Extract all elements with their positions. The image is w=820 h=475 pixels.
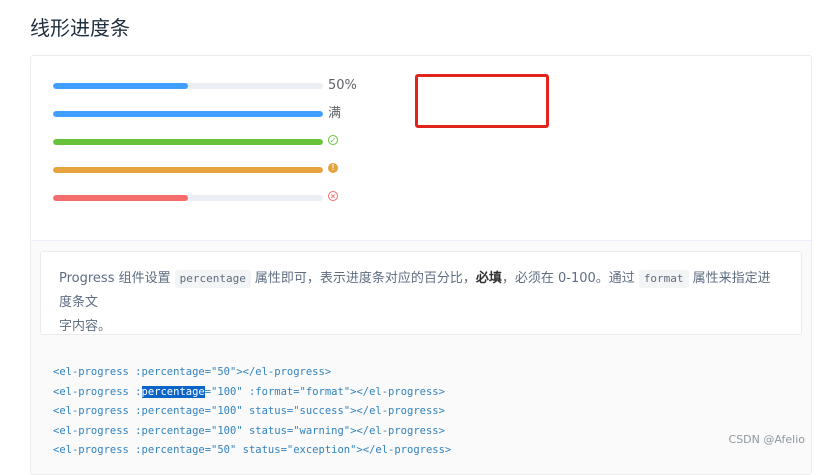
progress-bar-50: 50% bbox=[53, 78, 373, 95]
code-line: <el-progress :percentage="50"></el-progr… bbox=[53, 366, 332, 378]
progress-bar-exception: × bbox=[53, 191, 373, 207]
description-text: Progress 组件设置 bbox=[59, 271, 171, 286]
progress-text: 满 bbox=[328, 106, 342, 121]
progress-fill bbox=[53, 195, 188, 201]
progress-fill bbox=[53, 139, 323, 145]
progress-fill bbox=[53, 83, 188, 89]
warning-icon: ! bbox=[328, 163, 338, 173]
description-text: 字内容。 bbox=[59, 319, 112, 334]
progress-bar-full-format: 满 bbox=[53, 106, 373, 123]
code-block[interactable]: <el-progress :percentage="50"></el-progr… bbox=[53, 363, 451, 461]
progress-track bbox=[53, 195, 323, 201]
circle-close-icon: × bbox=[328, 191, 338, 201]
code-line: <el-progress :percentage="100" status="s… bbox=[53, 405, 445, 417]
circle-check-icon: ✓ bbox=[328, 135, 338, 145]
code-line: <el-progress :percentage="50" status="ex… bbox=[53, 444, 452, 456]
progress-bar-success: ✓ bbox=[53, 135, 373, 151]
code-line: <el-progress :percentage="100" :format="… bbox=[53, 383, 451, 403]
progress-track bbox=[53, 111, 323, 117]
required-label: 必填 bbox=[475, 271, 502, 286]
description: Progress 组件设置 percentage 属性即可，表示进度条对应的百分比，… bbox=[40, 251, 802, 335]
progress-fill bbox=[53, 111, 323, 117]
demo-meta: Progress 组件设置 percentage 属性即可，表示进度条对应的百分比，… bbox=[31, 240, 811, 474]
progress-fill bbox=[53, 167, 323, 173]
code-format: format bbox=[638, 270, 689, 288]
description-text: ，必须在 0-100。通过 bbox=[501, 271, 635, 286]
code-percentage: percentage bbox=[174, 270, 251, 288]
code-line: <el-progress :percentage="100" status="w… bbox=[53, 424, 445, 437]
progress-text: 50% bbox=[328, 78, 357, 93]
progress-track bbox=[53, 83, 323, 89]
page-title: 线形进度条 bbox=[30, 16, 130, 40]
code-text: ="100" :format="format"></el-progress> bbox=[204, 385, 445, 398]
description-text: 属性即可，表示进度条对应的百分比， bbox=[254, 271, 476, 286]
progress-bar-warning: ! bbox=[53, 163, 373, 179]
selected-text: percentage bbox=[141, 385, 205, 398]
code-text: <el-progress : bbox=[53, 385, 142, 398]
progress-track bbox=[53, 167, 323, 173]
watermark: CSDN @Afelio bbox=[728, 433, 805, 446]
progress-track bbox=[53, 139, 323, 145]
highlight-annotation bbox=[415, 74, 549, 128]
